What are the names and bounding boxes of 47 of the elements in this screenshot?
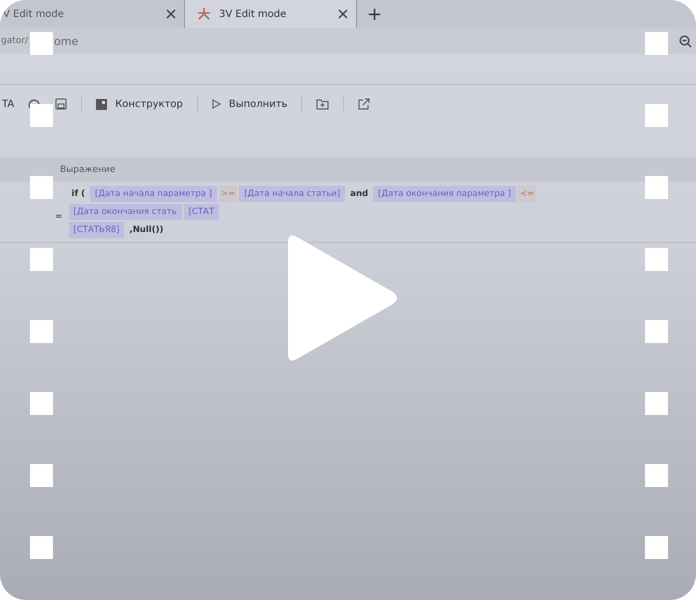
constructor-button[interactable]: Конструктор xyxy=(96,98,183,110)
redo-icon[interactable] xyxy=(28,98,42,110)
film-hole xyxy=(30,536,53,559)
browser-tab[interactable]: 3V Edit mode xyxy=(185,0,357,28)
folder-add-icon[interactable] xyxy=(316,98,330,110)
save-icon[interactable] xyxy=(55,98,68,110)
film-hole xyxy=(645,320,668,343)
film-hole xyxy=(645,176,668,199)
keyword-token: ,Null()) xyxy=(128,224,164,237)
address-bar[interactable]: gator/ ome xyxy=(0,28,696,54)
film-hole xyxy=(30,392,53,415)
film-hole xyxy=(30,248,53,271)
film-hole xyxy=(30,464,53,487)
column-header: Выражение xyxy=(60,164,116,174)
film-hole xyxy=(30,320,53,343)
film-hole xyxy=(30,104,53,127)
keyword-token: if ( xyxy=(70,188,86,201)
film-hole xyxy=(30,32,53,55)
equals-sign: = xyxy=(55,212,63,222)
keyword-token: and xyxy=(349,188,370,201)
operator-token: <= xyxy=(518,186,536,202)
field-token[interactable]: [СТАТЬЯ8] xyxy=(68,222,124,238)
tab-title: 3V Edit mode xyxy=(219,8,288,20)
film-hole xyxy=(645,32,668,55)
film-hole xyxy=(30,176,53,199)
new-tab-button[interactable]: + xyxy=(357,4,392,24)
operator-token: >= xyxy=(218,186,238,202)
film-hole xyxy=(645,464,668,487)
url-text: gator/ xyxy=(1,36,28,46)
close-icon[interactable] xyxy=(338,9,348,19)
field-token[interactable]: [Дата начала параметра ] xyxy=(90,186,217,202)
run-button[interactable]: Выполнить xyxy=(212,98,288,110)
field-token[interactable]: [Дата окончания параметра ] xyxy=(373,186,516,202)
url-text: ome xyxy=(54,34,78,48)
field-token[interactable]: [Дата окончания стать xyxy=(68,204,182,220)
film-hole xyxy=(645,536,668,559)
toolbar-label[interactable]: TA xyxy=(2,98,14,110)
field-token[interactable]: [СТАТ xyxy=(184,204,220,220)
film-hole xyxy=(645,248,668,271)
field-token[interactable]: [Дата начала статьи] xyxy=(239,186,346,202)
external-link-icon[interactable] xyxy=(358,98,370,110)
film-hole xyxy=(645,392,668,415)
play-icon xyxy=(212,99,221,109)
form-icon xyxy=(96,98,108,110)
film-hole xyxy=(645,104,668,127)
search-icon[interactable] xyxy=(679,35,692,48)
close-icon[interactable] xyxy=(166,9,176,19)
